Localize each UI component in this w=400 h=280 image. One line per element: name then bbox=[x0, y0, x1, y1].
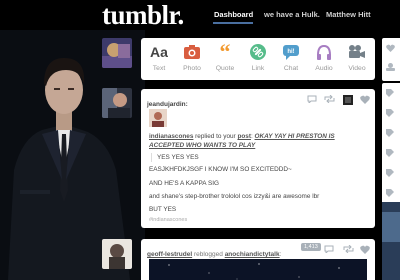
reply-line: indianascones replied to your post: OKAY… bbox=[149, 133, 335, 149]
blog-thumbnail-icon[interactable] bbox=[343, 95, 353, 105]
post-author-avatar[interactable] bbox=[102, 88, 132, 118]
starfield-image bbox=[149, 259, 367, 280]
post-author-avatar[interactable] bbox=[102, 239, 132, 269]
post-type-label: Video bbox=[348, 65, 366, 72]
post-type-label: Audio bbox=[315, 65, 333, 72]
notes-count[interactable]: 1,413 bbox=[301, 243, 321, 251]
quote-icon: “ bbox=[219, 39, 231, 64]
post-line: BUT YES bbox=[149, 206, 177, 213]
chat-icon: hi! bbox=[283, 44, 299, 60]
like-heart-icon[interactable] bbox=[360, 95, 370, 104]
reblog-image[interactable] bbox=[149, 259, 367, 280]
reply-post-link[interactable]: post bbox=[237, 133, 251, 140]
quote-block: YES YES YES bbox=[151, 153, 367, 162]
nav-dashboard[interactable]: Dashboard bbox=[214, 10, 253, 19]
post-header: geoff-lestrudel reblogged anochiandictyt… bbox=[147, 243, 370, 258]
avatar-image bbox=[102, 88, 132, 118]
tag-icon bbox=[386, 129, 394, 137]
sidebar-card[interactable] bbox=[382, 38, 400, 81]
post-type-label: Text bbox=[152, 65, 166, 72]
post-audio-button[interactable]: Audio bbox=[308, 43, 340, 72]
post-link-button[interactable]: Link bbox=[242, 43, 274, 72]
post-type-label: Link bbox=[251, 65, 265, 72]
top-bar: tumblr. Dashboard we have a Hulk. Matthe… bbox=[0, 0, 400, 30]
like-heart-icon[interactable] bbox=[360, 245, 370, 254]
blog-name[interactable]: jeandujardin: bbox=[147, 101, 188, 108]
radar-image bbox=[382, 202, 400, 280]
reblog-icon[interactable] bbox=[343, 245, 354, 253]
text-icon: Aa bbox=[150, 44, 168, 60]
user-avatar[interactable] bbox=[102, 38, 132, 68]
camera-icon bbox=[184, 45, 200, 59]
post-line: and shane's step-brother trololol cos iz… bbox=[149, 193, 320, 200]
post-type-label: Quote bbox=[215, 65, 235, 72]
post-chat-button[interactable]: hi! Chat bbox=[275, 43, 307, 72]
sidebar-radar-card[interactable] bbox=[382, 202, 400, 280]
post-video-button[interactable]: Video bbox=[341, 43, 373, 72]
reply-username[interactable]: indianascones bbox=[149, 133, 193, 140]
tag-icon bbox=[386, 189, 394, 197]
avatar-image bbox=[102, 38, 132, 68]
replier-avatar[interactable] bbox=[149, 109, 167, 127]
reply-icon[interactable] bbox=[324, 245, 334, 253]
reblog-icon[interactable] bbox=[324, 95, 335, 103]
post-tag[interactable]: #indianascones bbox=[149, 216, 367, 225]
reply-text: replied to your bbox=[193, 133, 238, 140]
tag-icon bbox=[386, 169, 394, 177]
tag-icon bbox=[386, 109, 394, 117]
post-type-label: Photo bbox=[183, 65, 201, 72]
reblogger-name[interactable]: geoff-lestrudel bbox=[147, 251, 192, 258]
post-text-button[interactable]: Aa Text bbox=[143, 43, 175, 72]
post-photo-button[interactable]: Photo bbox=[176, 43, 208, 72]
link-icon bbox=[250, 44, 266, 60]
avatar-image bbox=[102, 239, 132, 269]
svg-text:hi!: hi! bbox=[287, 49, 294, 55]
post-header: jeandujardin: bbox=[147, 93, 370, 108]
text-post: jeandujardin: indianascones replied to y… bbox=[141, 89, 375, 228]
reply-icon[interactable] bbox=[307, 95, 317, 103]
tag-icon bbox=[386, 89, 394, 97]
post-line: EASJKHFDKJSGF I KNOW I'M SO EXCITEDDD~ bbox=[149, 166, 292, 173]
post-quote-button[interactable]: “ Quote bbox=[209, 39, 241, 73]
active-nav-indicator bbox=[213, 22, 253, 24]
headphones-icon bbox=[317, 44, 331, 60]
right-sidebar bbox=[382, 38, 400, 280]
reblog-action-text: reblogged bbox=[192, 251, 225, 258]
post-type-bar: Aa Text Photo “ Quote Link hi! Chat Audi… bbox=[141, 38, 375, 80]
nav-account[interactable]: Matthew Hitt bbox=[326, 10, 371, 19]
following-icon bbox=[386, 63, 395, 71]
nav-blog[interactable]: we have a Hulk. bbox=[264, 10, 320, 19]
post-type-label: Chat bbox=[283, 65, 299, 72]
reblog-source-name[interactable]: anochiandictytalk bbox=[225, 251, 280, 258]
post-line: AND HE'S A KAPPA SIG bbox=[149, 180, 220, 187]
heart-icon bbox=[386, 44, 395, 52]
tumblr-logo[interactable]: tumblr. bbox=[102, 2, 184, 29]
tag-icon bbox=[386, 149, 394, 157]
video-camera-icon bbox=[349, 45, 365, 58]
reblog-post: geoff-lestrudel reblogged anochiandictyt… bbox=[141, 239, 375, 280]
